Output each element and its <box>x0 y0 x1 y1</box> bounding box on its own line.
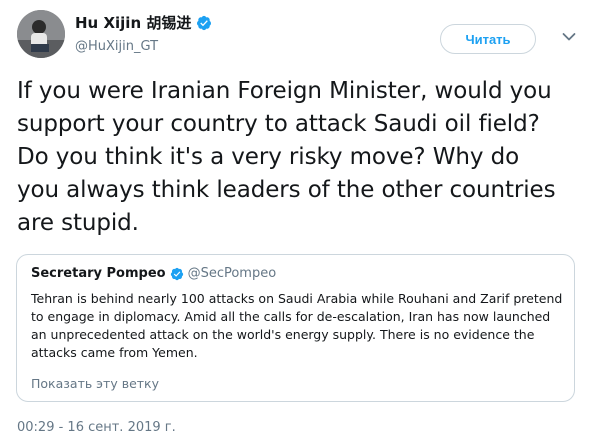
verified-badge-icon <box>197 15 212 31</box>
quoted-tweet-header: Secretary Pompeo @SecPompeo <box>31 266 276 281</box>
follow-button[interactable]: Читать <box>440 24 536 54</box>
quoted-author-handle: @SecPompeo <box>187 266 277 281</box>
chevron-down-icon[interactable] <box>562 32 576 42</box>
author-display-name[interactable]: Hu Xijin 胡锡进 <box>75 14 191 32</box>
quoted-tweet-text: Tehran is behind nearly 100 attacks on S… <box>31 291 563 360</box>
tweet-text: If you were Iranian Foreign Minister, wo… <box>17 78 556 236</box>
show-thread-link[interactable]: Показать эту ветку <box>31 376 159 391</box>
quoted-author-name: Secretary Pompeo <box>31 266 166 281</box>
avatar[interactable] <box>17 10 65 58</box>
verified-badge-icon <box>170 267 183 280</box>
quoted-tweet-card[interactable]: Secretary Pompeo @SecPompeo Tehran is be… <box>16 254 575 402</box>
author-name-row: Hu Xijin 胡锡进 <box>75 14 212 32</box>
tweet-timestamp[interactable]: 00:29 - 16 сент. 2019 г. <box>17 420 176 435</box>
author-handle[interactable]: @HuXijin_GT <box>75 39 158 55</box>
